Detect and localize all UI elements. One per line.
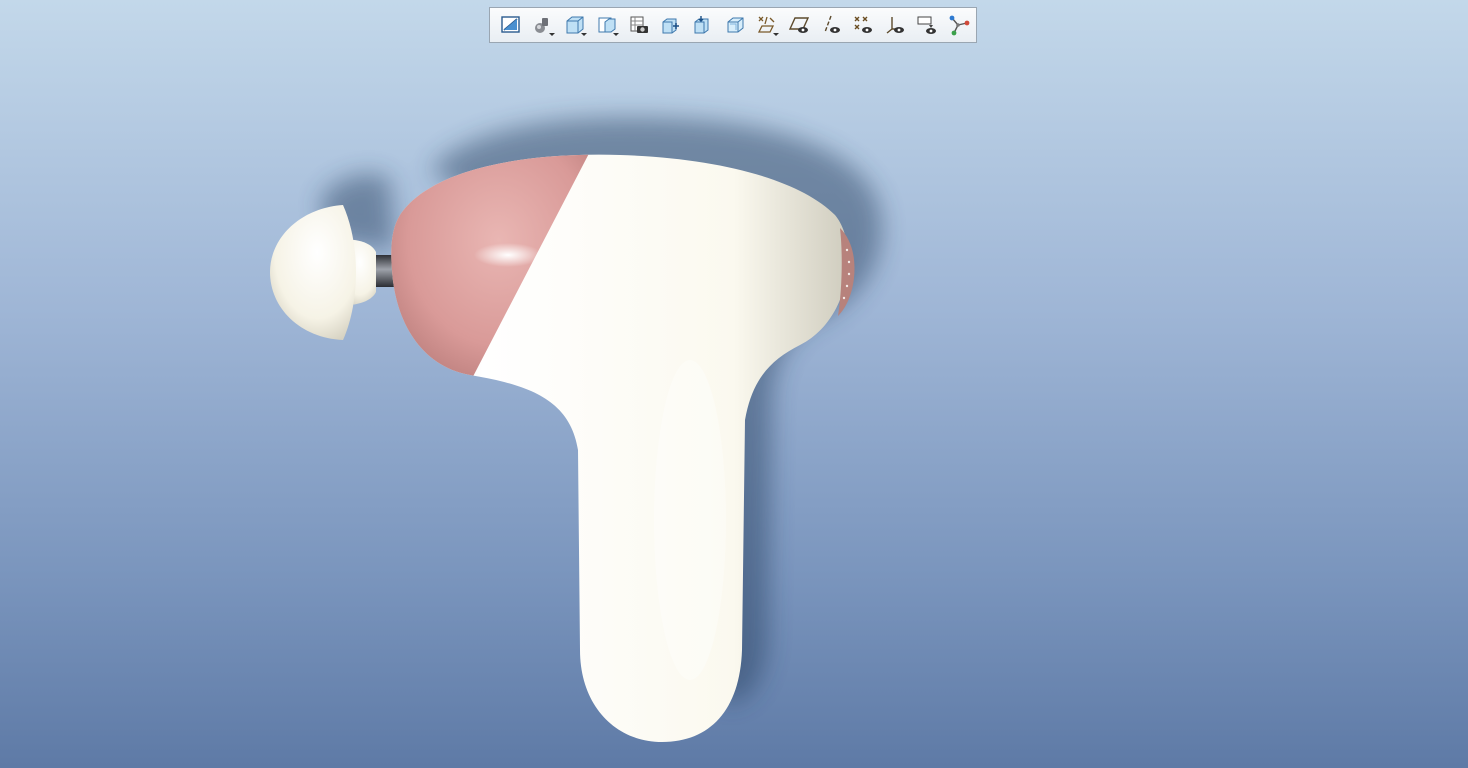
head-ball [270,205,356,340]
gun-body[interactable] [380,140,855,742]
specular-highlight [474,243,542,267]
grip-highlight [654,360,726,680]
model-viewport[interactable] [0,0,1468,768]
